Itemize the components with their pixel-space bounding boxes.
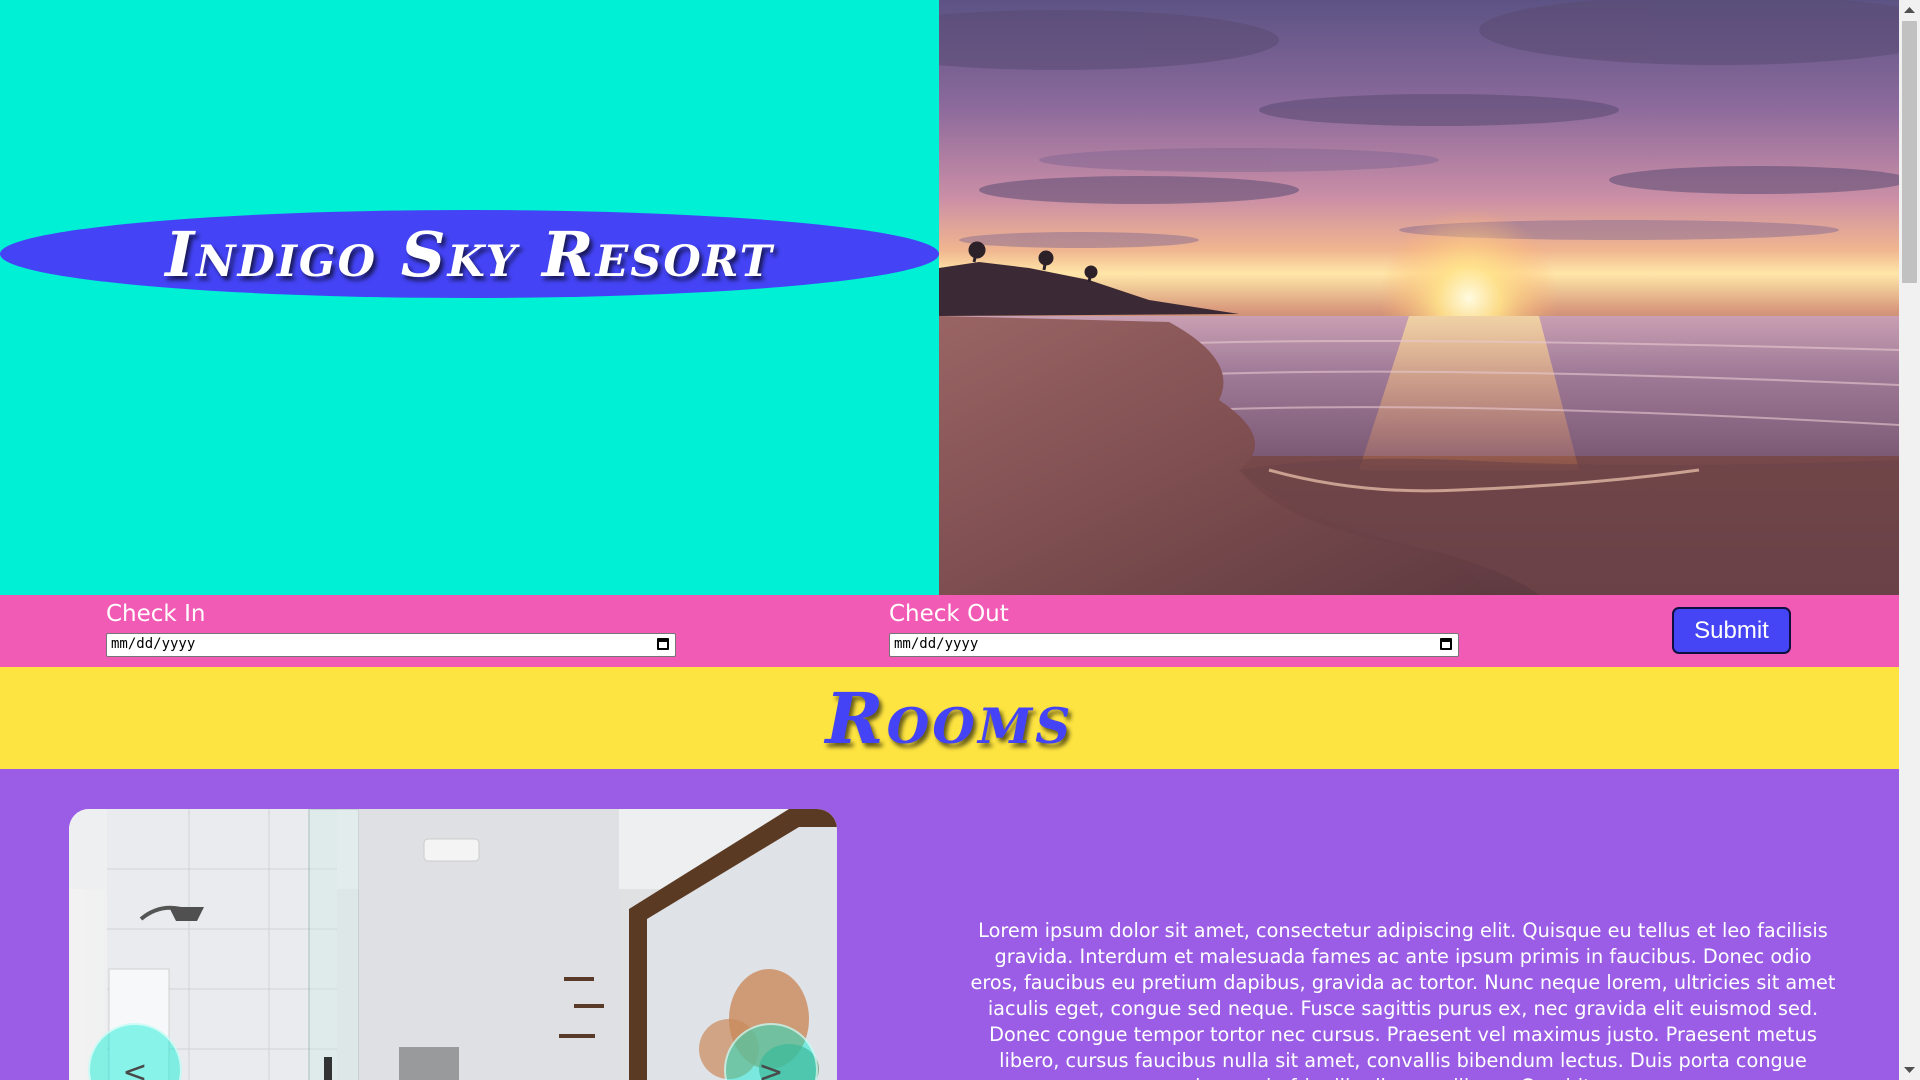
check-in-date-input[interactable]: mm/dd/yyyy xyxy=(106,633,676,657)
vertical-scrollbar[interactable] xyxy=(1899,0,1920,1080)
rooms-section: < > Lorem ipsum dolor sit amet, consecte… xyxy=(0,769,1899,1080)
brand-ellipse: Indigo Sky Resort xyxy=(0,210,939,298)
rooms-heading-band: Rooms xyxy=(0,667,1899,769)
room-description: Lorem ipsum dolor sit amet, consectetur … xyxy=(970,919,1836,1080)
sunset-beach-illustration xyxy=(939,0,1899,595)
hero-beach-image xyxy=(939,0,1899,595)
rooms-heading: Rooms xyxy=(825,676,1074,760)
check-in-label: Check In xyxy=(106,601,206,627)
check-out-placeholder: mm/dd/yyyy xyxy=(894,636,979,652)
calendar-icon[interactable] xyxy=(657,638,669,650)
chevron-right-icon: > xyxy=(758,1055,784,1080)
room-carousel-image: < > xyxy=(69,809,837,1080)
chevron-left-icon: < xyxy=(122,1055,148,1080)
scroll-down-arrow-icon[interactable] xyxy=(1899,1060,1920,1080)
booking-bar: Check In mm/dd/yyyy Check Out mm/dd/yyyy… xyxy=(0,595,1899,667)
check-out-label: Check Out xyxy=(889,601,1009,627)
check-in-placeholder: mm/dd/yyyy xyxy=(111,636,196,652)
page: Indigo Sky Resort Check In mm/dd/yyyy Ch… xyxy=(0,0,1899,1080)
hero-section: Indigo Sky Resort xyxy=(0,0,1899,595)
check-out-date-input[interactable]: mm/dd/yyyy xyxy=(889,633,1459,657)
calendar-icon[interactable] xyxy=(1440,638,1452,650)
scroll-up-arrow-icon[interactable] xyxy=(1899,0,1920,20)
submit-button[interactable]: Submit xyxy=(1672,607,1791,654)
bathroom-illustration xyxy=(69,809,837,1080)
scrollbar-thumb[interactable] xyxy=(1902,21,1917,283)
resort-title: Indigo Sky Resort xyxy=(165,217,774,291)
hero-brand-panel: Indigo Sky Resort xyxy=(0,0,939,595)
